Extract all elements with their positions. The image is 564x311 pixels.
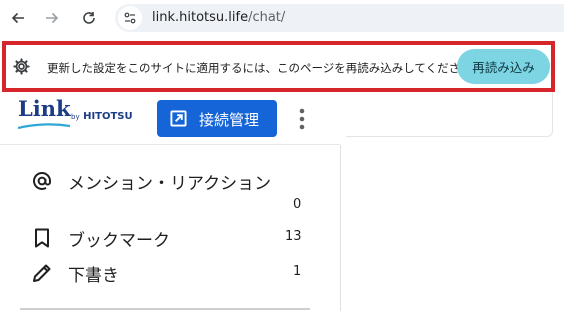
sidebar-header-divider: [0, 144, 340, 145]
bookmark-icon: [31, 227, 53, 249]
reload-page-button[interactable]: 再読み込み: [457, 49, 550, 84]
sidebar-item-count: 0: [293, 197, 302, 212]
reload-button[interactable]: [75, 4, 103, 32]
address-bar[interactable]: link.hitotsu.life/chat/: [115, 4, 564, 32]
logo-text: Link: [18, 96, 71, 121]
sidebar-item-bookmarks[interactable]: ブックマーク 13: [0, 222, 340, 254]
url-text: link.hitotsu.life/chat/: [152, 10, 285, 25]
url-path: /chat/: [248, 10, 286, 25]
pencil-icon: [31, 262, 53, 284]
open-external-icon: [170, 110, 187, 127]
sidebar-item-count: 13: [285, 229, 302, 244]
browser-toolbar: link.hitotsu.life/chat/: [0, 0, 564, 36]
at-icon: [31, 170, 53, 192]
sidebar-item-label: 下書き: [68, 266, 119, 286]
logo-brand-name: HITOTSU: [83, 111, 133, 122]
sidebar-bottom-divider: [20, 308, 310, 310]
connection-manage-label: 接続管理: [199, 111, 260, 129]
sidebar-item-label: メンション・リアクション: [68, 174, 272, 194]
app-header: Link by HITOTSU 接続管理: [0, 92, 564, 145]
logo-swoosh-icon: [18, 123, 70, 129]
sidebar-divider: [340, 145, 341, 311]
tune-icon: [124, 12, 136, 24]
forward-button[interactable]: [38, 4, 66, 32]
arrow-left-icon: [11, 12, 24, 24]
sidebar-item-count: 1: [293, 264, 302, 279]
logo-brand: by HITOTSU: [71, 111, 133, 122]
arrow-right-icon: [46, 12, 59, 24]
url-host: link.hitotsu.life: [152, 10, 249, 25]
reload-icon: [83, 12, 95, 24]
sidebar-item-drafts[interactable]: 下書き 1: [0, 257, 340, 289]
infobar-message: 更新した設定をこのサイトに適用するには、このページを再読み込みしてください: [47, 61, 472, 75]
gear-icon: [12, 57, 31, 76]
connection-manage-button[interactable]: 接続管理: [157, 100, 277, 137]
site-info-button[interactable]: [118, 6, 142, 30]
back-button[interactable]: [4, 4, 32, 32]
link-logo[interactable]: Link by HITOTSU: [18, 96, 138, 136]
sidebar-item-label: ブックマーク: [68, 231, 170, 251]
reload-infobar: 更新した設定をこのサイトに適用するには、このページを再読み込みしてください 再読…: [2, 41, 555, 92]
more-vert-icon: [299, 108, 305, 130]
logo-by: by: [71, 113, 80, 121]
more-menu-button[interactable]: [292, 107, 312, 131]
sidebar-item-mentions[interactable]: メンション・リアクション 0: [0, 165, 340, 212]
content-panel-header: [346, 92, 553, 137]
